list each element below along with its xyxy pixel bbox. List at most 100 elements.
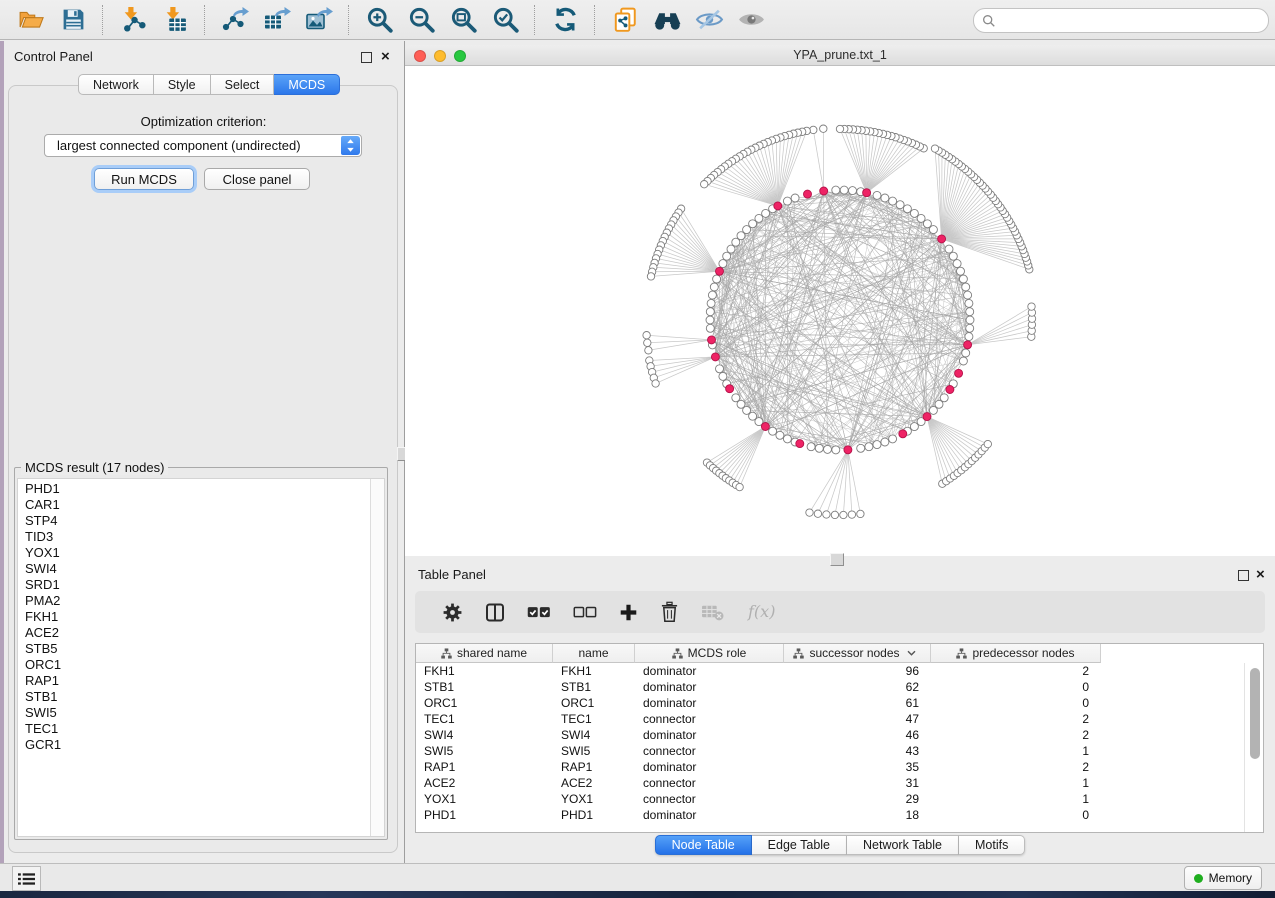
duplicate-network-button[interactable]	[610, 5, 640, 35]
table-row[interactable]: PHD1PHD1dominator180	[416, 807, 1245, 823]
mcds-list-scrollbar[interactable]	[370, 479, 384, 836]
mcds-result-item[interactable]: ORC1	[18, 657, 370, 673]
mcds-result-item[interactable]: TEC1	[18, 721, 370, 737]
close-panel-icon[interactable]: ×	[381, 50, 390, 63]
open-file-button[interactable]	[16, 5, 46, 35]
hide-selected-button[interactable]	[694, 5, 724, 35]
cell-predecessor-nodes[interactable]: 1	[931, 743, 1089, 759]
cell-predecessor-nodes[interactable]: 1	[931, 791, 1089, 807]
mcds-result-item[interactable]: YOX1	[18, 545, 370, 561]
search-input[interactable]	[1001, 11, 1268, 31]
cell-shared-name[interactable]: YOX1	[416, 791, 553, 807]
cell-MCDS-role[interactable]: dominator	[635, 695, 784, 711]
cell-successor-nodes[interactable]: 35	[784, 759, 919, 775]
cell-shared-name[interactable]: PHD1	[416, 807, 553, 823]
cell-successor-nodes[interactable]: 61	[784, 695, 919, 711]
mcds-result-item[interactable]: STB5	[18, 641, 370, 657]
mcds-result-item[interactable]: STP4	[18, 513, 370, 529]
cell-name[interactable]: SWI4	[553, 727, 635, 743]
memory-button[interactable]: Memory	[1184, 866, 1262, 890]
mcds-result-item[interactable]: SRD1	[18, 577, 370, 593]
cell-successor-nodes[interactable]: 96	[784, 663, 919, 679]
table-row[interactable]: TEC1TEC1connector472	[416, 711, 1245, 727]
search-box[interactable]	[973, 8, 1269, 33]
table-row[interactable]: RAP1RAP1dominator352	[416, 759, 1245, 775]
cell-name[interactable]: FKH1	[553, 663, 635, 679]
zoom-fit-button[interactable]	[448, 5, 478, 35]
cell-shared-name[interactable]: TEC1	[416, 711, 553, 727]
cell-name[interactable]: ORC1	[553, 695, 635, 711]
mcds-result-item[interactable]: STB1	[18, 689, 370, 705]
cell-successor-nodes[interactable]: 47	[784, 711, 919, 727]
run-mcds-button[interactable]: Run MCDS	[94, 168, 194, 190]
task-history-button[interactable]	[12, 866, 41, 891]
table-row[interactable]: YOX1YOX1connector291	[416, 791, 1245, 807]
cell-name[interactable]: RAP1	[553, 759, 635, 775]
table-row[interactable]: FKH1FKH1dominator962	[416, 663, 1245, 679]
mcds-result-item[interactable]: ACE2	[18, 625, 370, 641]
table-row[interactable]: STB1STB1dominator620	[416, 679, 1245, 695]
cell-shared-name[interactable]: SWI5	[416, 743, 553, 759]
cell-MCDS-role[interactable]: connector	[635, 743, 784, 759]
cell-shared-name[interactable]: ACE2	[416, 775, 553, 791]
cell-successor-nodes[interactable]: 46	[784, 727, 919, 743]
tab-network[interactable]: Network	[78, 74, 154, 95]
float-panel-icon[interactable]	[361, 52, 372, 63]
save-session-button[interactable]	[58, 5, 88, 35]
zoom-selected-button[interactable]	[490, 5, 520, 35]
export-image-button[interactable]	[304, 5, 334, 35]
cell-name[interactable]: SWI5	[553, 743, 635, 759]
table-row[interactable]: ORC1ORC1dominator610	[416, 695, 1245, 711]
table-row[interactable]: ACE2ACE2connector311	[416, 775, 1245, 791]
column-header-successor-nodes[interactable]: successor nodes	[784, 644, 931, 663]
cell-name[interactable]: ACE2	[553, 775, 635, 791]
mcds-result-item[interactable]: GCR1	[18, 737, 370, 753]
toggle-panel-layout-button[interactable]	[485, 602, 505, 623]
delete-columns-button[interactable]	[660, 601, 679, 623]
import-network-button[interactable]	[118, 5, 148, 35]
zoom-out-button[interactable]	[406, 5, 436, 35]
cell-successor-nodes[interactable]: 18	[784, 807, 919, 823]
cell-predecessor-nodes[interactable]: 2	[931, 759, 1089, 775]
export-table-button[interactable]	[262, 5, 292, 35]
tab-node-table[interactable]: Node Table	[655, 835, 752, 855]
cell-shared-name[interactable]: SWI4	[416, 727, 553, 743]
horizontal-splitter-handle[interactable]	[830, 553, 844, 566]
network-graph[interactable]	[405, 66, 1275, 556]
table-scrollbar[interactable]	[1244, 663, 1263, 832]
mcds-result-item[interactable]: RAP1	[18, 673, 370, 689]
table-row[interactable]: SWI5SWI5connector431	[416, 743, 1245, 759]
cell-successor-nodes[interactable]: 29	[784, 791, 919, 807]
cell-name[interactable]: PHD1	[553, 807, 635, 823]
cell-name[interactable]: YOX1	[553, 791, 635, 807]
cell-successor-nodes[interactable]: 62	[784, 679, 919, 695]
add-column-button[interactable]	[619, 603, 638, 622]
tab-edge-table[interactable]: Edge Table	[752, 835, 847, 855]
export-network-button[interactable]	[220, 5, 250, 35]
show-all-button[interactable]	[736, 5, 766, 35]
cell-predecessor-nodes[interactable]: 0	[931, 679, 1089, 695]
cell-successor-nodes[interactable]: 31	[784, 775, 919, 791]
cell-successor-nodes[interactable]: 43	[784, 743, 919, 759]
cell-MCDS-role[interactable]: connector	[635, 711, 784, 727]
tab-style[interactable]: Style	[154, 74, 211, 95]
cell-shared-name[interactable]: FKH1	[416, 663, 553, 679]
mcds-result-item[interactable]: SWI4	[18, 561, 370, 577]
mcds-result-item[interactable]: PHD1	[18, 481, 370, 497]
table-row[interactable]: SWI4SWI4dominator462	[416, 727, 1245, 743]
tab-mcds[interactable]: MCDS	[274, 74, 340, 95]
cell-predecessor-nodes[interactable]: 1	[931, 775, 1089, 791]
cell-MCDS-role[interactable]: connector	[635, 775, 784, 791]
mcds-result-item[interactable]: SWI5	[18, 705, 370, 721]
cell-shared-name[interactable]: RAP1	[416, 759, 553, 775]
cell-MCDS-role[interactable]: dominator	[635, 679, 784, 695]
cell-MCDS-role[interactable]: dominator	[635, 727, 784, 743]
close-panel-button[interactable]: Close panel	[204, 168, 310, 190]
cell-shared-name[interactable]: STB1	[416, 679, 553, 695]
cell-predecessor-nodes[interactable]: 2	[931, 663, 1089, 679]
first-neighbors-button[interactable]	[652, 5, 682, 35]
cell-MCDS-role[interactable]: dominator	[635, 807, 784, 823]
mcds-result-item[interactable]: PMA2	[18, 593, 370, 609]
close-panel-icon[interactable]: ×	[1256, 568, 1265, 581]
deselect-all-rows-button[interactable]	[573, 605, 597, 620]
